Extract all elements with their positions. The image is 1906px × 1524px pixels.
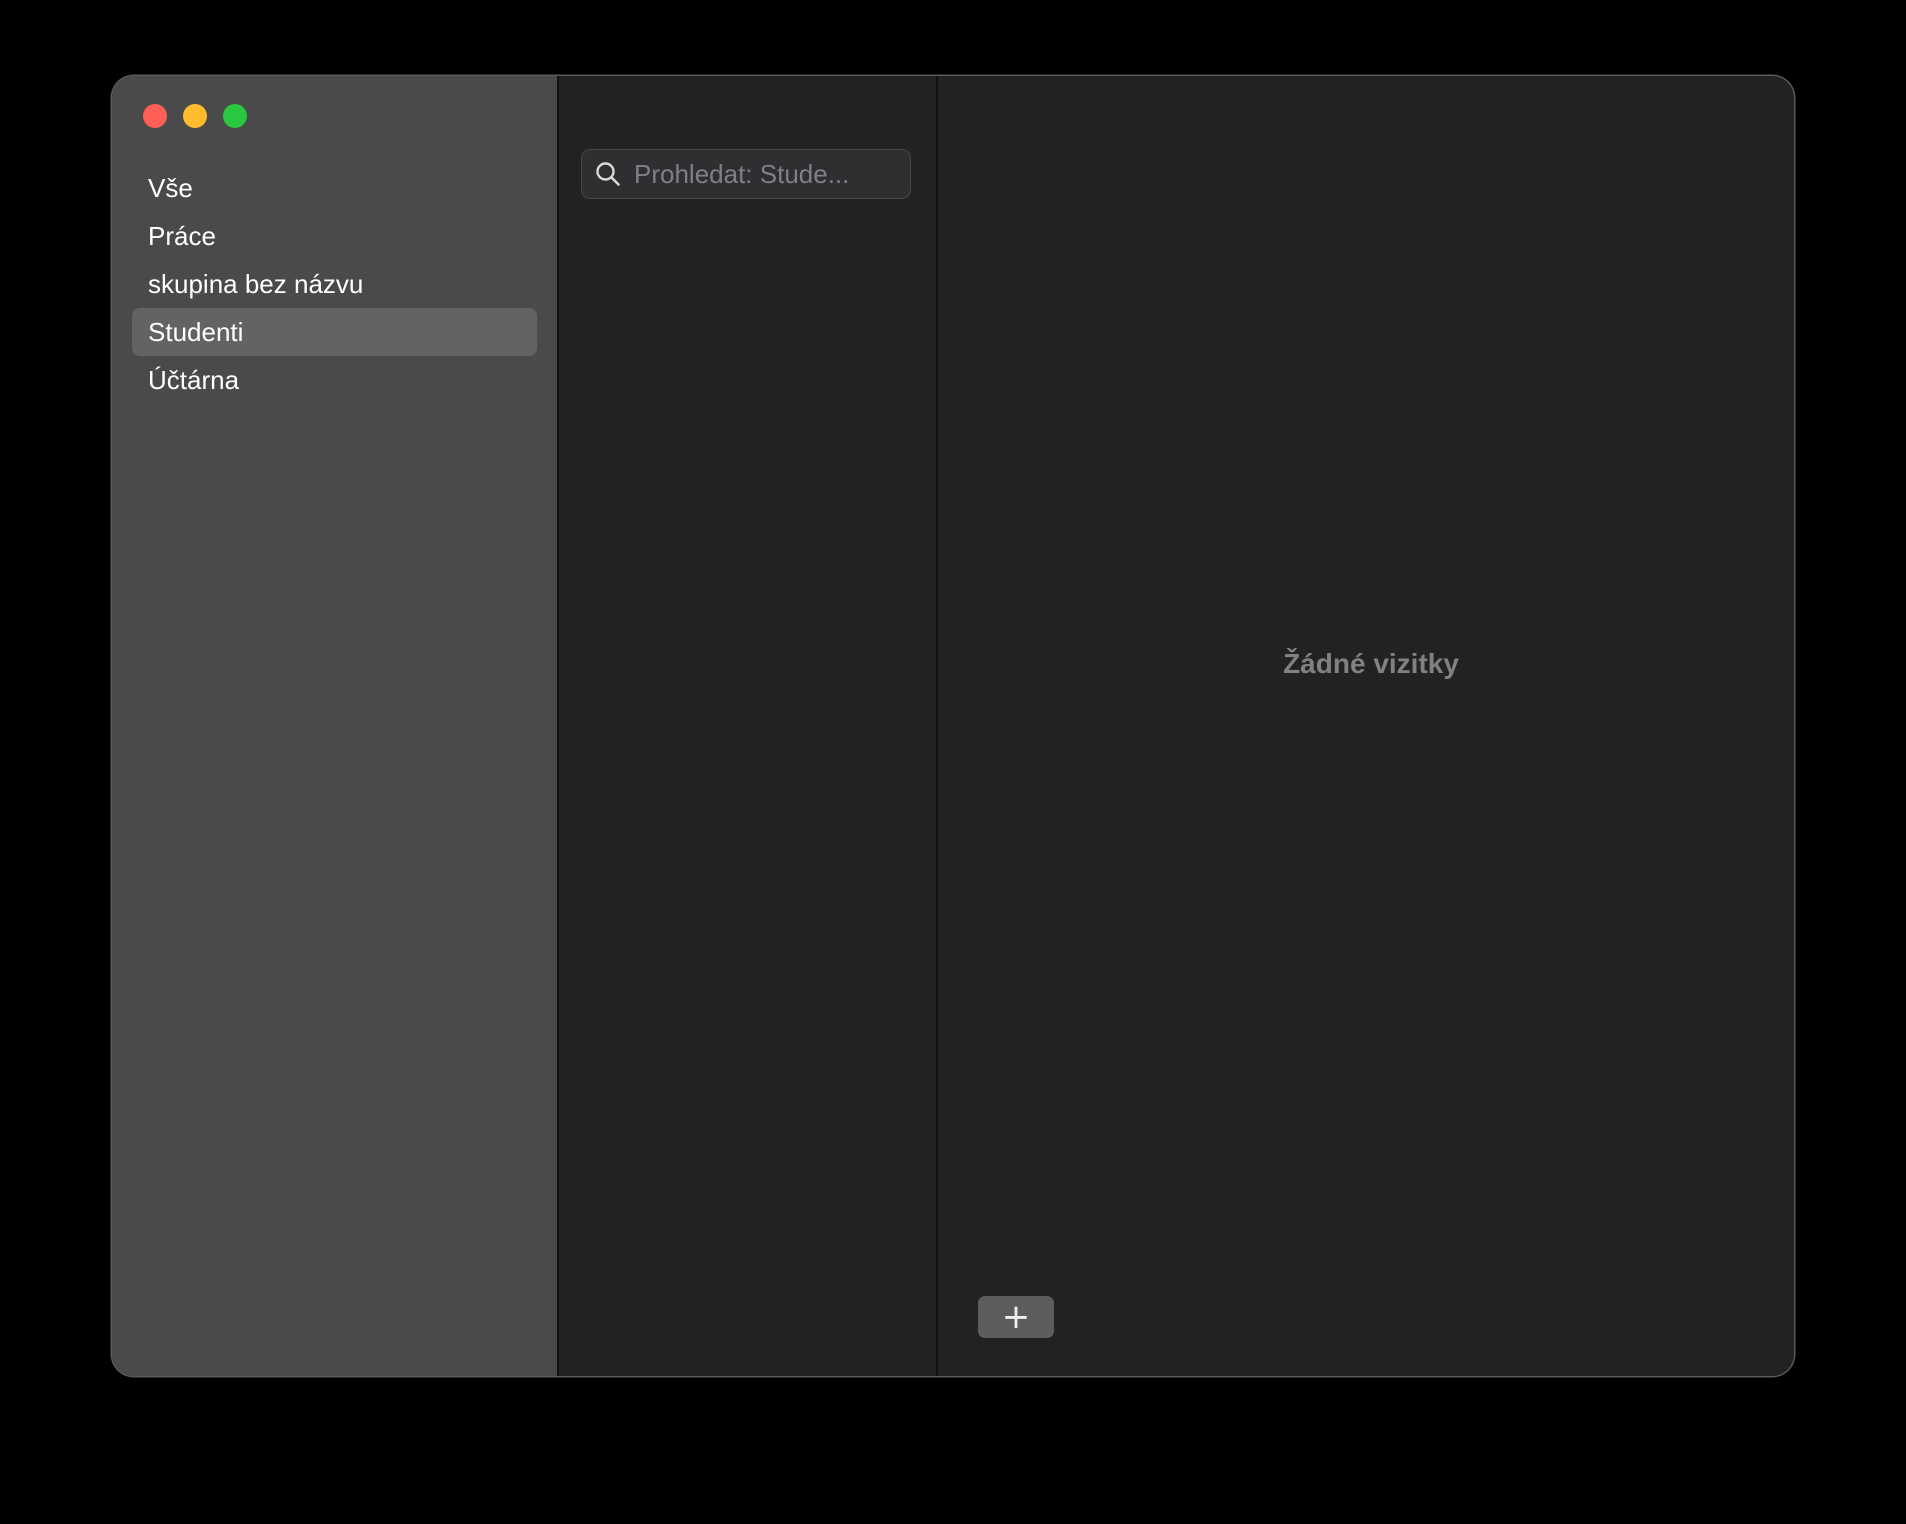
contact-list-pane [559,76,936,1376]
minimize-window-button[interactable] [183,104,207,128]
sidebar-item-vse[interactable]: Vše [132,164,537,212]
search-input[interactable] [632,157,896,191]
window-controls [143,104,247,128]
contact-detail-pane: Žádné vizitky + [938,76,1794,1376]
close-window-button[interactable] [143,104,167,128]
sidebar-item-studenti[interactable]: Studenti [132,308,537,356]
plus-icon: + [1001,1297,1031,1337]
search-field[interactable] [581,149,911,199]
search-icon [596,162,620,186]
sidebar-item-skupina-bez-nazvu[interactable]: skupina bez názvu [132,260,537,308]
maximize-window-button[interactable] [223,104,247,128]
sidebar-item-prace[interactable]: Práce [132,212,537,260]
groups-sidebar: Vše Práce skupina bez názvu Studenti Účt… [112,76,557,1376]
sidebar-item-uctarna[interactable]: Účtárna [132,356,537,404]
group-list: Vše Práce skupina bez názvu Studenti Účt… [132,164,537,404]
contacts-window: Vše Práce skupina bez názvu Studenti Účt… [112,76,1794,1376]
empty-state-label: Žádné vizitky [1283,648,1459,679]
add-contact-button[interactable]: + [978,1296,1054,1338]
